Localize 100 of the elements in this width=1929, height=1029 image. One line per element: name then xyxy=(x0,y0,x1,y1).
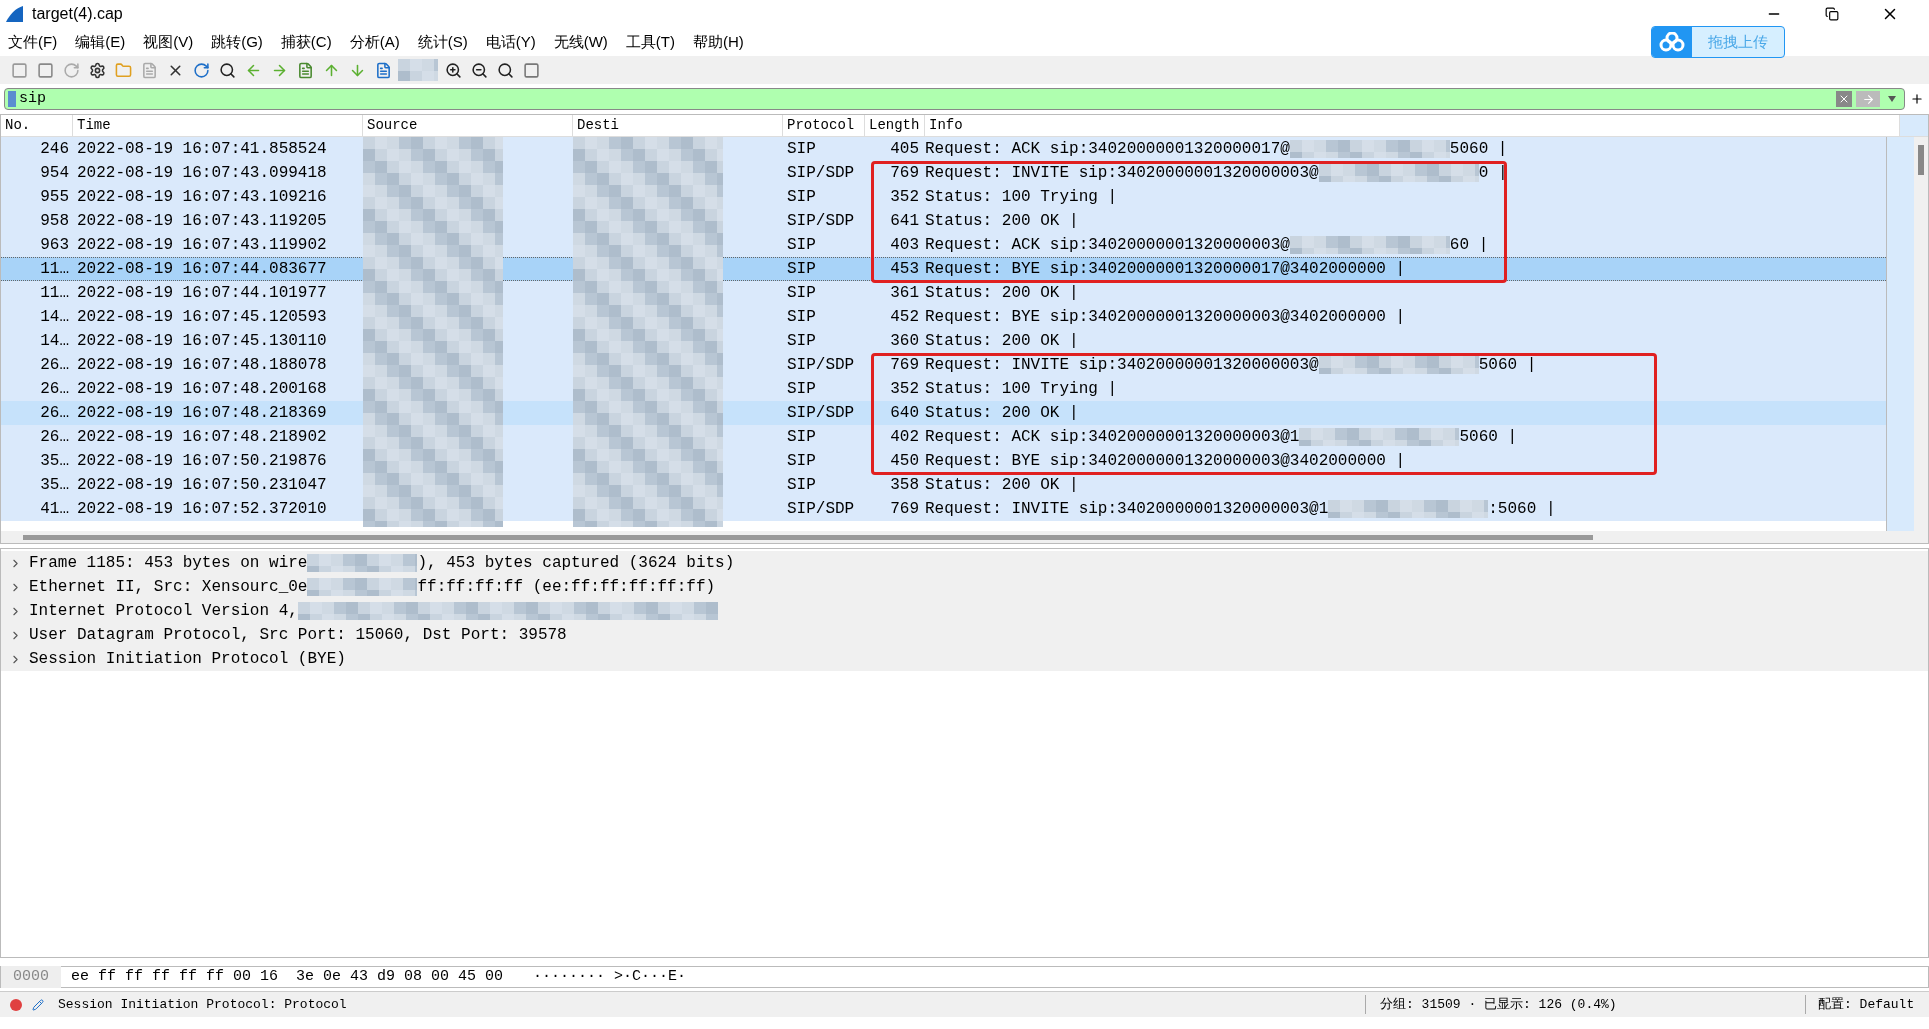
table-cell: SIP xyxy=(787,284,816,302)
table-cell: 2022-08-19 16:07:48.218369 xyxy=(77,404,327,422)
hex-bytes: ee ff ff ff ff ff 00 16 3e 0e 43 d9 08 00 45 00 xyxy=(71,966,504,987)
table-cell: 2022-08-19 16:07:48.200168 xyxy=(77,380,327,398)
table-cell: 2022-08-19 16:07:50.231047 xyxy=(77,476,327,494)
table-cell: 26… xyxy=(40,356,69,374)
table-cell: 352 xyxy=(890,188,919,206)
table-cell: SIP/SDP xyxy=(787,164,855,182)
column-header[interactable]: Source xyxy=(367,115,418,136)
table-cell: 453 xyxy=(890,260,919,278)
text: Status: 200 OK | xyxy=(925,283,1079,304)
menu-item[interactable]: 捕获(C) xyxy=(280,30,332,54)
menu-item[interactable]: 无线(W) xyxy=(553,30,608,54)
table-cell: 402 xyxy=(890,428,919,446)
text: 0 | xyxy=(1478,163,1508,184)
table-cell: SIP xyxy=(787,260,816,278)
fin-icon xyxy=(4,4,24,24)
table-cell: 11… xyxy=(40,260,69,278)
text: ), 453 bytes captured (3624 bits) xyxy=(417,553,735,574)
packet-counts: 分组: 31509 · 已显示: 126 (0.4%) xyxy=(1365,994,1805,1015)
table-cell: 2022-08-19 16:07:45.130110 xyxy=(77,332,327,350)
menu-item[interactable]: 跳转(G) xyxy=(211,30,263,54)
text: Request: BYE sip:34020000001320000003@3402000000 | xyxy=(925,451,1406,472)
scrollbar-thumb[interactable] xyxy=(1918,145,1924,175)
column-header[interactable]: Length xyxy=(869,115,920,136)
table-cell: SIP xyxy=(787,476,816,494)
table-cell: 26… xyxy=(40,404,69,422)
menu-item[interactable]: 统计(S) xyxy=(417,30,468,54)
table-cell: 358 xyxy=(890,476,919,494)
column-header[interactable]: Protocol xyxy=(787,115,855,136)
menu-item[interactable]: 视图(V) xyxy=(143,30,194,54)
table-cell: 2022-08-19 16:07:45.120593 xyxy=(77,308,327,326)
window-title: target(4).cap xyxy=(32,4,123,24)
text: ff:ff:ff:ff (ee:ff:ff:ff:ff:ff) xyxy=(417,577,716,598)
text: Request: INVITE sip:34020000001320000003@1 xyxy=(925,499,1329,520)
table-cell: 35… xyxy=(40,452,69,470)
menu-item[interactable]: 文件(F) xyxy=(8,30,58,54)
table-cell: 14… xyxy=(40,332,69,350)
table-cell: 452 xyxy=(890,308,919,326)
status-text: Session Initiation Protocol: Protocol xyxy=(58,995,347,1014)
cloud-icon xyxy=(1659,32,1685,52)
table-cell: 35… xyxy=(40,476,69,494)
edit-icon[interactable] xyxy=(32,998,44,1011)
table-cell: 2022-08-19 16:07:48.188078 xyxy=(77,356,327,374)
table-cell: 769 xyxy=(890,164,919,182)
text: Internet Protocol Version 4, xyxy=(29,601,298,622)
column-header[interactable]: Time xyxy=(77,115,111,136)
display-filter-field[interactable]: sip xyxy=(4,88,1905,110)
text: Status: 200 OK | xyxy=(925,475,1079,496)
table-cell: 26… xyxy=(40,428,69,446)
table-cell: 2022-08-19 16:07:43.119205 xyxy=(77,212,327,230)
table-cell: 769 xyxy=(890,356,919,374)
table-cell: 769 xyxy=(890,500,919,518)
text: :5060 | xyxy=(1488,499,1556,520)
table-cell: 640 xyxy=(890,404,919,422)
dropdown-icon[interactable] xyxy=(1888,96,1896,102)
redaction-mosaic xyxy=(398,59,438,81)
menu-item[interactable]: 帮助(H) xyxy=(692,30,744,54)
text: 5060 | xyxy=(1459,427,1518,448)
text: Request: BYE sip:34020000001320000017@3402000000 | xyxy=(925,259,1406,280)
table-cell: 2022-08-19 16:07:44.083677 xyxy=(77,260,327,278)
column-header[interactable]: Info xyxy=(929,115,963,136)
text: 5060 | xyxy=(1478,355,1537,376)
table-cell: 2022-08-19 16:07:43.099418 xyxy=(77,164,327,182)
table-cell: 2022-08-19 16:07:43.109216 xyxy=(77,188,327,206)
table-cell: 14… xyxy=(40,308,69,326)
table-cell: 2022-08-19 16:07:41.858524 xyxy=(77,140,327,158)
text: Request: INVITE sip:34020000001320000003@ xyxy=(925,355,1319,376)
text: Status: 200 OK | xyxy=(925,211,1079,232)
table-cell: 958 xyxy=(40,212,69,230)
table-cell: 361 xyxy=(890,284,919,302)
table-cell: 246 xyxy=(40,140,69,158)
text: Status: 100 Trying | xyxy=(925,379,1118,400)
text: Status: 100 Trying | xyxy=(925,187,1118,208)
column-header[interactable]: No. xyxy=(5,115,31,136)
menu-item[interactable]: 编辑(E) xyxy=(75,30,126,54)
clear-icon[interactable] xyxy=(1836,91,1852,107)
column-header[interactable]: Desti xyxy=(577,115,619,136)
table-cell: 2022-08-19 16:07:48.218902 xyxy=(77,428,327,446)
menu-item[interactable]: 工具(T) xyxy=(625,30,675,54)
bookmark-icon xyxy=(8,91,16,107)
menu-item[interactable]: 分析(A) xyxy=(349,30,400,54)
table-cell: SIP xyxy=(787,380,816,398)
table-cell: 360 xyxy=(890,332,919,350)
horizontal-scrollbar[interactable] xyxy=(1,531,1928,543)
hex-ascii: ········ >·C···E· xyxy=(533,966,687,987)
menu-item[interactable]: 电话(Y) xyxy=(485,30,536,54)
text: User Datagram Protocol, Src Port: 15060, Dst Port: 39578 xyxy=(29,625,567,646)
text: Status: 200 OK | xyxy=(925,331,1079,352)
table-cell: 2022-08-19 16:07:44.101977 xyxy=(77,284,327,302)
table-cell: SIP/SDP xyxy=(787,404,855,422)
table-cell: 41… xyxy=(40,500,69,518)
restore-icon[interactable] xyxy=(1825,7,1839,21)
table-cell: 405 xyxy=(890,140,919,158)
table-cell: 352 xyxy=(890,380,919,398)
table-cell: 2022-08-19 16:07:43.119902 xyxy=(77,236,327,254)
table-cell: 11… xyxy=(40,284,69,302)
table-cell: 2022-08-19 16:07:50.219876 xyxy=(77,452,327,470)
table-cell: SIP xyxy=(787,308,816,326)
vertical-scrollbar[interactable] xyxy=(1914,137,1928,531)
